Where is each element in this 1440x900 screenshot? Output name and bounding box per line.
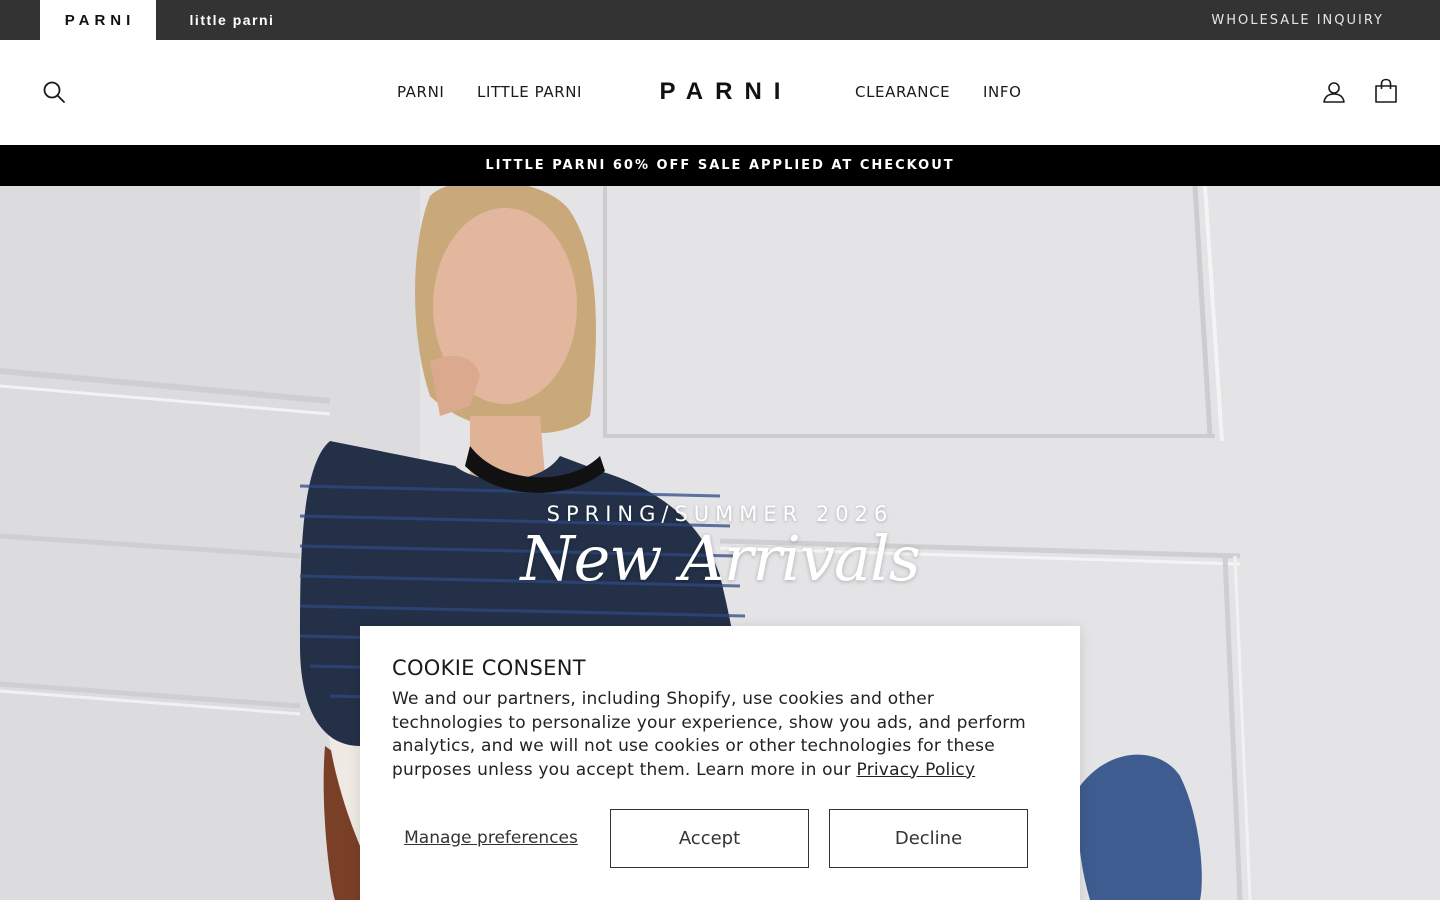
cookie-consent-body: We and our partners, including Shopify, …	[392, 688, 1042, 782]
nav-little-parni[interactable]: LITTLE PARNI	[477, 80, 582, 104]
account-button[interactable]	[1320, 78, 1348, 106]
cart-button[interactable]	[1372, 77, 1400, 105]
manage-preferences-button[interactable]: Manage preferences	[392, 809, 590, 868]
search-button[interactable]	[40, 78, 68, 106]
cart-icon	[1375, 78, 1397, 103]
brand-tab-parni-label: PARNI	[64, 11, 136, 29]
privacy-policy-link[interactable]: Privacy Policy	[857, 760, 976, 780]
brand-tab-little-parni[interactable]: little parni	[156, 0, 308, 40]
cookie-consent-title: COOKIE CONSENT	[392, 656, 586, 680]
hero-title: New Arrivals	[520, 522, 920, 595]
brand-tab-parni[interactable]: PARNI	[40, 0, 156, 40]
cookie-actions: Manage preferences Accept Decline	[392, 809, 1048, 868]
announcement-text: LITTLE PARNI 60% OFF SALE APPLIED AT CHE…	[485, 158, 955, 173]
search-icon	[43, 81, 65, 103]
nav-clearance[interactable]: CLEARANCE	[855, 80, 950, 104]
account-icon	[1323, 82, 1345, 103]
wholesale-inquiry-link[interactable]: WHOLESALE INQUIRY	[1211, 0, 1384, 40]
accept-button[interactable]: Accept	[610, 809, 809, 868]
announcement-bar[interactable]: LITTLE PARNI 60% OFF SALE APPLIED AT CHE…	[0, 145, 1440, 186]
site-header: PARNI LITTLE PARNI PARNI CLEARANCE INFO	[0, 40, 1440, 145]
nav-parni[interactable]: PARNI	[397, 80, 444, 104]
nav-info[interactable]: INFO	[983, 80, 1021, 104]
cookie-consent-dialog: COOKIE CONSENT We and our partners, incl…	[360, 626, 1080, 900]
decline-button[interactable]: Decline	[829, 809, 1028, 868]
site-logo[interactable]: PARNI	[640, 76, 800, 108]
brand-tab-little-parni-label: little parni	[189, 12, 275, 28]
top-bar: PARNI little parni WHOLESALE INQUIRY	[0, 0, 1440, 40]
